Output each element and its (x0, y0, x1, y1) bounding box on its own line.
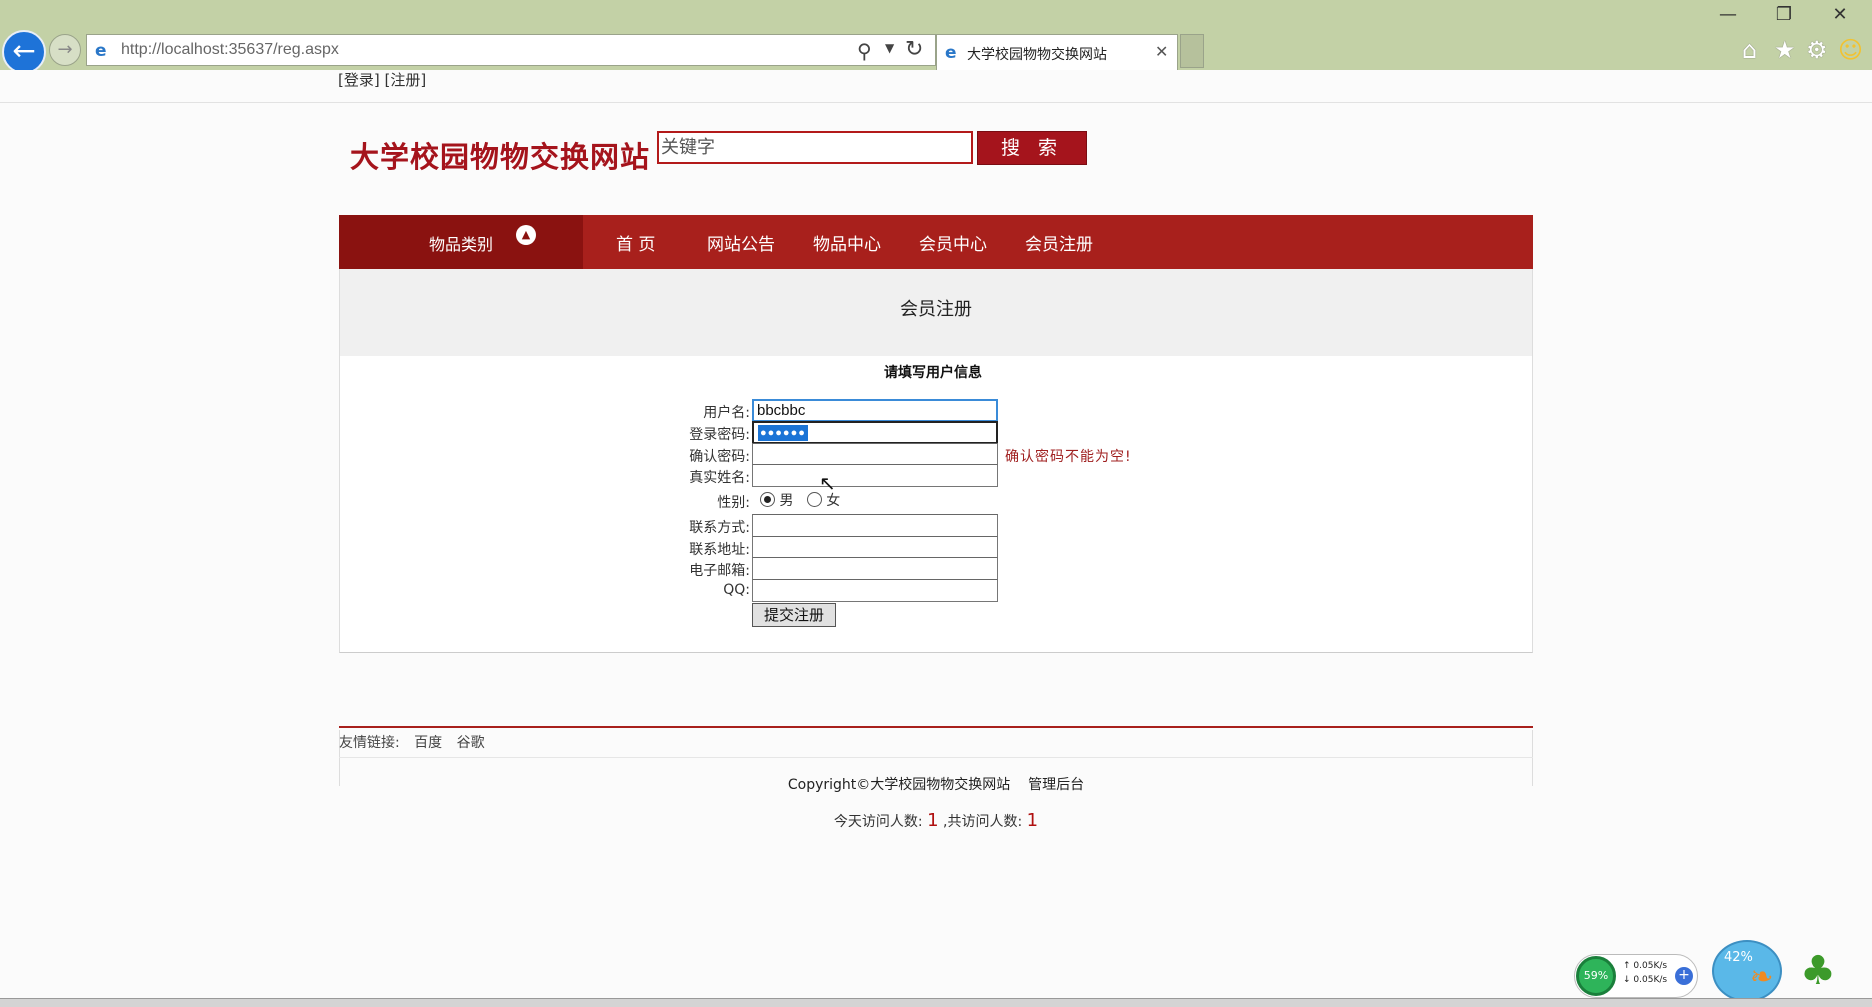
confirm-password-label: 确认密码: (689, 449, 750, 465)
friend-link-google[interactable]: 谷歌 (457, 735, 485, 751)
friend-links-label: 友情链接: (339, 735, 400, 751)
search-icon[interactable]: ⚲ (857, 39, 872, 63)
submit-register-button[interactable]: 提交注册 (752, 603, 836, 627)
contact-label: 联系方式: (689, 520, 750, 536)
home-icon[interactable]: ⌂ (1742, 36, 1757, 64)
close-icon[interactable]: ✕ (1155, 42, 1168, 61)
close-window-button[interactable]: ✕ (1812, 2, 1868, 28)
gender-male-radio[interactable] (760, 492, 775, 507)
new-tab-button[interactable] (1180, 34, 1204, 68)
download-speed: ↓ 0.05K/s (1623, 975, 1668, 985)
browser-tab-active[interactable]: e 大学校园物物交换网站 ✕ (936, 34, 1178, 70)
copyright-text: Copyright©大学校园物物交换网站 (787, 777, 1011, 793)
visits-today-label: 今天访问人数: (833, 814, 923, 830)
fish-icon: ❧ (1750, 960, 1774, 993)
visits-today-count: 1 (927, 810, 939, 831)
password-input[interactable]: ●●●●●● (752, 421, 998, 444)
fish-percent: 42% (1724, 950, 1753, 965)
dropdown-icon[interactable]: ▼ (885, 41, 894, 55)
main-nav: 物品类别 ▲ 首 页 网站公告 物品中心 会员中心 会员注册 (339, 215, 1533, 269)
upload-speed: ↑ 0.05K/s (1623, 961, 1668, 971)
nav-item-home[interactable]: 首 页 (616, 230, 655, 255)
content-panel: 会员注册 请填写用户信息 用户名: 登录密码: ●●●●●● 确认密码: 确认密… (339, 269, 1533, 653)
password-mask: ●●●●●● (758, 425, 808, 441)
realname-label: 真实姓名: (689, 470, 750, 486)
friend-link-baidu[interactable]: 百度 (414, 735, 442, 751)
address-bar[interactable]: e http://localhost:35637/reg.aspx ⚲ ▼ ↻ (86, 34, 936, 66)
form-title: 请填写用户信息 (884, 365, 982, 381)
plant-icon: ♣ (1800, 948, 1836, 994)
star-icon[interactable]: ★ (1774, 36, 1796, 64)
confirm-password-input[interactable] (752, 443, 998, 466)
search-button[interactable]: 搜 索 (977, 131, 1087, 165)
gender-male-label: 男 (779, 493, 794, 509)
username-input[interactable] (752, 399, 998, 422)
top-links: [登录] [注册] (338, 70, 426, 102)
tab-title: 大学校园物物交换网站 (967, 47, 1107, 63)
search-input[interactable] (657, 131, 973, 164)
password-label: 登录密码: (689, 427, 750, 443)
fish-bowl-widget[interactable]: 42% ❧ ♣ (1710, 940, 1860, 1002)
register-link[interactable]: [注册] (385, 71, 427, 89)
friend-links: 友情链接: 百度 谷歌 (339, 732, 1533, 758)
nav-item-register[interactable]: 会员注册 (1025, 230, 1093, 255)
url-text[interactable]: http://localhost:35637/reg.aspx (121, 41, 339, 59)
gear-icon[interactable]: ⚙ (1806, 36, 1828, 64)
refresh-icon[interactable]: ↻ (905, 37, 923, 62)
mouse-cursor-icon: ↖ (819, 471, 836, 495)
gender-female-label: 女 (826, 493, 841, 509)
visits-total-label: ,共访问人数: (943, 814, 1023, 830)
forward-button[interactable]: → (49, 34, 81, 66)
page-title: 会员注册 (900, 299, 972, 320)
network-speed-widget[interactable]: 59% ↑ 0.05K/s ↓ 0.05K/s + (1574, 954, 1698, 998)
qq-label: QQ: (723, 582, 750, 598)
username-label: 用户名: (703, 405, 750, 421)
qq-input[interactable] (752, 579, 998, 602)
confirm-password-error: 确认密码不能为空! (1005, 449, 1132, 465)
speed-percent: 59% (1576, 956, 1616, 996)
site-title: 大学校园物物交换网站 (350, 140, 651, 174)
minimize-button[interactable]: — (1700, 2, 1756, 28)
forward-icon: → (57, 39, 73, 60)
copyright: Copyright©大学校园物物交换网站 管理后台 (0, 774, 1872, 794)
visits-total-count: 1 (1026, 810, 1039, 831)
browser-titlebar: — ❐ ✕ ← → e http://localhost:35637/reg.a… (0, 0, 1872, 74)
nav-item-goods[interactable]: 物品中心 (813, 230, 881, 255)
divider (0, 102, 1872, 103)
maximize-button[interactable]: ❐ (1756, 2, 1812, 28)
nav-item-member[interactable]: 会员中心 (919, 230, 987, 255)
ie-icon: e (945, 43, 957, 63)
realname-input[interactable] (752, 464, 998, 487)
content-header: 会员注册 (340, 269, 1532, 356)
footer-divider (339, 726, 1533, 728)
page: [登录] [注册] 大学校园物物交换网站 搜 索 物品类别 ▲ 首 页 网站公告… (0, 70, 1872, 1000)
address-label: 联系地址: (689, 542, 750, 558)
nav-category-label: 物品类别 (429, 235, 494, 254)
nav-item-notices[interactable]: 网站公告 (707, 230, 775, 255)
back-icon: ← (12, 34, 36, 67)
taskbar-strip (0, 998, 1872, 1007)
gender-label: 性别: (717, 495, 750, 511)
email-label: 电子邮箱: (689, 563, 750, 579)
chevron-up-icon: ▲ (516, 225, 536, 245)
back-button[interactable]: ← (2, 30, 46, 74)
login-link[interactable]: [登录] (338, 71, 380, 89)
visit-counter: 今天访问人数: 1 ,共访问人数: 1 (0, 810, 1872, 831)
smiley-icon[interactable]: ☺ (1838, 36, 1863, 64)
nav-category[interactable]: 物品类别 ▲ (339, 215, 583, 269)
address-input[interactable] (752, 536, 998, 559)
ie-icon: e (95, 41, 107, 61)
contact-input[interactable] (752, 514, 998, 537)
plus-icon[interactable]: + (1675, 967, 1693, 985)
admin-link[interactable]: 管理后台 (1028, 777, 1084, 793)
email-input[interactable] (752, 557, 998, 580)
